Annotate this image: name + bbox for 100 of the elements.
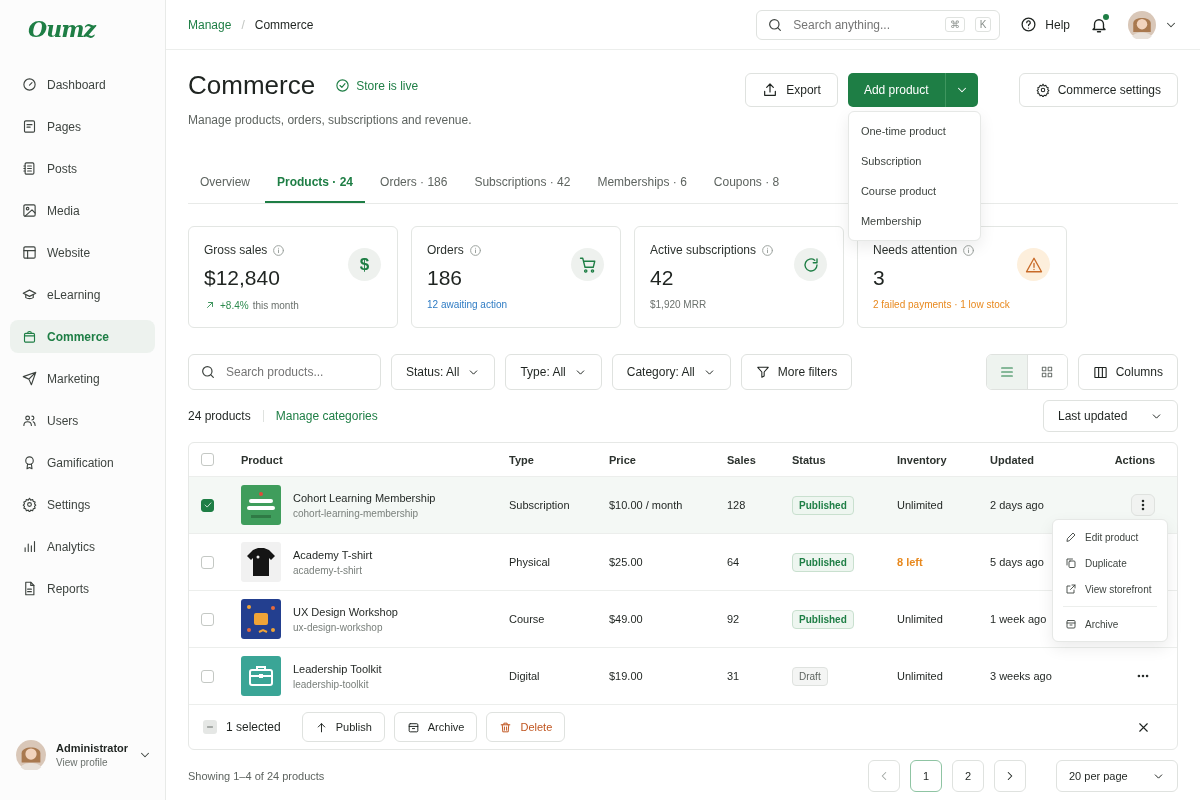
- table-cell: 5 days ago: [990, 556, 1044, 568]
- menu-item[interactable]: Edit product: [1053, 524, 1167, 550]
- sort-dropdown[interactable]: Last updated: [1043, 400, 1178, 432]
- column-header: Sales: [727, 453, 756, 466]
- next-page-button[interactable]: [994, 760, 1026, 792]
- check-circle-icon: [335, 78, 351, 93]
- logo[interactable]: Oumz: [10, 0, 155, 68]
- commerce-settings-button[interactable]: Commerce settings: [1018, 73, 1178, 107]
- more-filters-button[interactable]: More filters: [740, 354, 853, 390]
- export-button[interactable]: Export: [745, 73, 838, 107]
- tab[interactable]: Coupons · 8: [701, 163, 792, 203]
- page-button[interactable]: 2: [952, 760, 984, 792]
- product-search-box[interactable]: Search products...: [188, 354, 381, 390]
- columns-button[interactable]: Columns: [1077, 354, 1178, 390]
- filter-dropdown[interactable]: Category: All: [611, 354, 731, 390]
- add-menu-toggle[interactable]: [944, 73, 978, 107]
- breadcrumb-link[interactable]: Manage: [188, 17, 232, 32]
- status-badge: Published: [792, 609, 854, 629]
- menu-item[interactable]: Subscription: [848, 146, 980, 176]
- table-cell: Unlimited: [897, 613, 943, 625]
- row-actions-button[interactable]: [1131, 494, 1155, 516]
- bar-chart-icon: [22, 539, 37, 554]
- filter-dropdown[interactable]: Type: All: [505, 354, 602, 390]
- search-icon: [767, 16, 784, 33]
- select-all-checkbox[interactable]: [201, 453, 214, 466]
- list-view-button[interactable]: [986, 355, 1027, 389]
- notification-bell[interactable]: [1090, 15, 1108, 34]
- sidebar-item[interactable]: Reports: [10, 572, 155, 605]
- product-name[interactable]: Cohort Learning Membership: [293, 491, 436, 504]
- tab[interactable]: Memberships · 6: [585, 163, 699, 203]
- sidebar-item[interactable]: Dashboard: [10, 68, 155, 101]
- manage-categories-link[interactable]: Manage categories: [275, 409, 378, 423]
- sidebar-item[interactable]: Pages: [10, 110, 155, 143]
- table-cell: Subscription: [509, 499, 570, 511]
- shortcut-key: ⌘: [944, 17, 965, 32]
- table-cell: 64: [727, 556, 740, 568]
- table-cell: 2 days ago: [990, 499, 1044, 511]
- sidebar-item[interactable]: Commerce: [10, 320, 155, 353]
- list-icon: [998, 364, 1015, 380]
- search-box[interactable]: Search anything... ⌘ K: [756, 9, 1001, 40]
- trend-value: +8.4%: [220, 299, 249, 311]
- avatar[interactable]: [16, 740, 46, 770]
- sidebar-item[interactable]: Analytics: [10, 530, 155, 563]
- help-icon: [1020, 16, 1038, 33]
- row-checkbox[interactable]: [201, 612, 214, 626]
- external-link-icon: [1065, 583, 1077, 595]
- user-name: Administrator: [56, 742, 129, 754]
- menu-item[interactable]: Archive: [1053, 611, 1167, 637]
- search-field[interactable]: Search anything...: [791, 16, 935, 33]
- menu-item[interactable]: Course product: [848, 176, 980, 206]
- info-icon: [761, 243, 775, 257]
- tab[interactable]: Subscriptions · 42: [462, 163, 583, 203]
- product-search-field[interactable]: Search products...: [224, 364, 369, 380]
- product-name[interactable]: UX Design Workshop: [293, 605, 398, 618]
- avatar[interactable]: [1128, 10, 1156, 39]
- sidebar-item[interactable]: Gamification: [10, 446, 155, 479]
- shortcut-key: K: [974, 17, 992, 32]
- per-page-dropdown[interactable]: 20 per page: [1056, 760, 1178, 792]
- store-status: Store is live: [356, 78, 419, 93]
- bulk-action-button[interactable]: Delete: [486, 712, 566, 742]
- tab[interactable]: Orders · 186: [368, 163, 460, 203]
- row-checkbox[interactable]: [201, 555, 214, 569]
- sidebar-item[interactable]: Website: [10, 236, 155, 269]
- bulk-action-button[interactable]: Archive: [393, 712, 478, 742]
- help-button[interactable]: Help: [1020, 16, 1070, 33]
- sidebar-item[interactable]: Marketing: [10, 362, 155, 395]
- tab[interactable]: Products · 24: [265, 163, 366, 203]
- image-icon: [22, 203, 37, 218]
- menu-item[interactable]: View storefront: [1053, 576, 1167, 602]
- add-product-button[interactable]: Add product: [847, 73, 945, 107]
- stat-note: 12 awaiting action: [427, 299, 508, 310]
- row-checkbox[interactable]: [201, 669, 214, 683]
- menu-item[interactable]: One-time product: [848, 116, 980, 146]
- profile-link[interactable]: View profile: [56, 757, 129, 768]
- product-name[interactable]: Academy T-shirt: [293, 548, 373, 561]
- product-name[interactable]: Leadership Toolkit: [293, 662, 382, 675]
- table-cell: Unlimited: [897, 499, 943, 511]
- menu-item[interactable]: Membership: [848, 206, 980, 236]
- table-cell: 128: [727, 499, 746, 511]
- filter-dropdown[interactable]: Status: All: [391, 354, 496, 390]
- sidebar-item[interactable]: Media: [10, 194, 155, 227]
- columns-icon: [1092, 364, 1108, 380]
- page-button[interactable]: 1: [910, 760, 942, 792]
- grid-view-button[interactable]: [1026, 355, 1067, 389]
- stat-value: 3: [873, 266, 885, 290]
- refresh-icon: [801, 255, 820, 274]
- search-icon: [200, 364, 216, 380]
- sidebar-item[interactable]: eLearning: [10, 278, 155, 311]
- info-icon: [272, 243, 286, 257]
- bulk-action-button[interactable]: Publish: [301, 712, 385, 742]
- menu-item[interactable]: Duplicate: [1053, 550, 1167, 576]
- sidebar-item[interactable]: Users: [10, 404, 155, 437]
- tab[interactable]: Overview: [188, 163, 262, 203]
- previous-page-button[interactable]: [868, 760, 900, 792]
- table-cell: Digital: [509, 670, 540, 682]
- row-checkbox[interactable]: [201, 498, 214, 512]
- sidebar-item[interactable]: Settings: [10, 488, 155, 521]
- sidebar-item[interactable]: Posts: [10, 152, 155, 185]
- stat-note: 2 failed payments · 1 low stock: [873, 299, 1010, 310]
- deselect-checkbox[interactable]: [203, 720, 217, 734]
